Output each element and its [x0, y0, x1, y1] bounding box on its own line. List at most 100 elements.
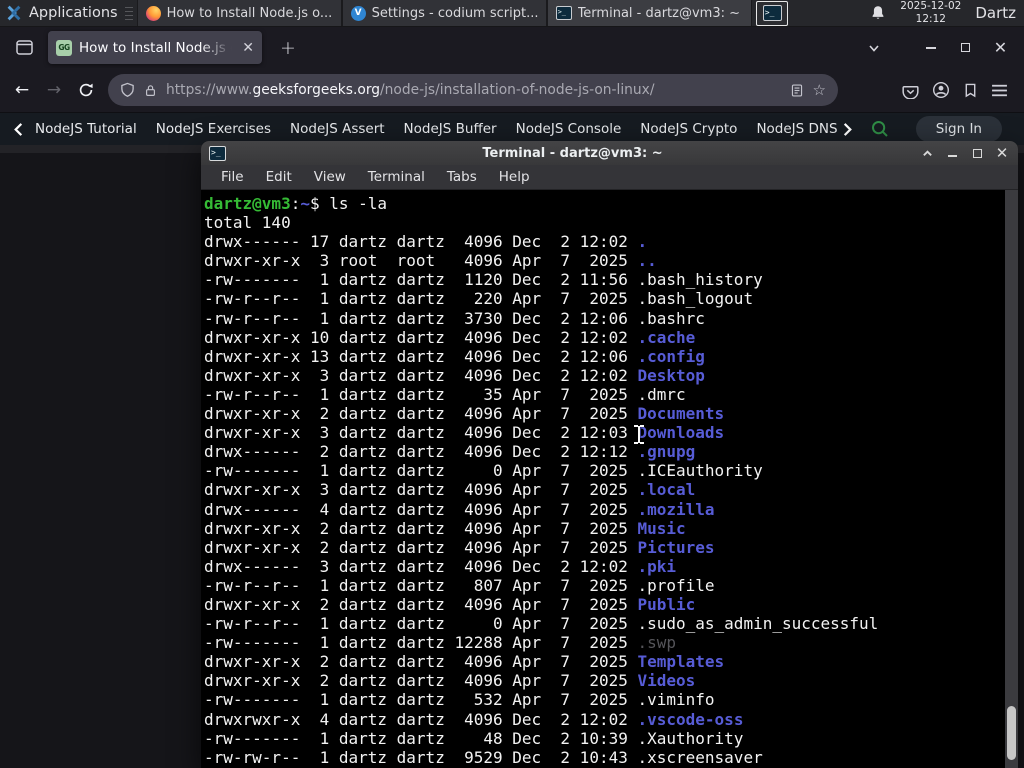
tab-title: How to Install Node.js on: [79, 39, 236, 56]
bookmark-star-icon[interactable]: ☆: [813, 81, 826, 99]
terminal-line: drwxr-xr-x 3 dartz dartz 4096 Dec 2 12:0…: [204, 423, 725, 443]
menu-hamburger-icon[interactable]: [991, 83, 1008, 98]
terminal-output[interactable]: dartz@vm3:~$ ls -la total 140 drwx------ 1…: [201, 190, 1018, 768]
terminal-line: drwxr-xr-x 2 dartz dartz 4096 Apr 7 2025…: [204, 652, 725, 672]
scroll-right-button[interactable]: [841, 122, 854, 137]
gfg-nav-item[interactable]: NodeJS Buffer: [404, 121, 497, 137]
terminal-icon: >_: [209, 145, 226, 161]
browser-toolbar: ← → https://www.geeksforgeeks.org/node-j…: [0, 68, 1024, 113]
scroll-left-button[interactable]: [12, 122, 25, 137]
terminal-menu-bar: File Edit View Terminal Tabs Help: [201, 165, 1018, 190]
terminal-line: -rw------- 1 dartz dartz 48 Dec 2 10:39 …: [204, 728, 744, 748]
terminal-line: drwxr-xr-x 3 dartz dartz 4096 Apr 7 2025…: [204, 480, 696, 500]
terminal-line: -rw-r--r-- 1 dartz dartz 807 Apr 7 2025 …: [204, 575, 715, 595]
terminal-line: drwxrwxr-x 4 dartz dartz 4096 Dec 2 12:0…: [204, 709, 744, 729]
scrollbar-thumb[interactable]: [1007, 706, 1016, 760]
terminal-line: -rw------- 1 dartz dartz 1120 Dec 2 11:5…: [204, 270, 763, 290]
terminal-line: -rw-r--r-- 1 dartz dartz 3730 Dec 2 12:0…: [204, 308, 705, 328]
back-button[interactable]: ←: [6, 74, 38, 106]
taskbar-button-firefox[interactable]: How to Install Node.js o...: [136, 0, 342, 26]
gfg-nav-item[interactable]: NodeJS Crypto: [640, 121, 737, 137]
terminal-shade-button[interactable]: [919, 145, 935, 161]
firefox-view-icon: [15, 40, 33, 55]
terminal-line: drwxr-xr-x 2 dartz dartz 4096 Apr 7 2025…: [204, 594, 696, 614]
reload-button[interactable]: [70, 74, 102, 106]
back-icon: ←: [14, 80, 30, 100]
url-text[interactable]: https://www.geeksforgeeks.org/node-js/in…: [166, 82, 781, 98]
reader-mode-icon[interactable]: [790, 83, 804, 98]
lock-icon[interactable]: [144, 83, 157, 98]
terminal-icon: >_: [762, 5, 782, 21]
forward-button[interactable]: →: [38, 74, 70, 106]
list-all-tabs-button[interactable]: [858, 34, 889, 62]
menu-terminal[interactable]: Terminal: [357, 169, 436, 185]
applications-menu-button[interactable]: Applications: [0, 0, 125, 26]
terminal-line: drwxr-xr-x 2 dartz dartz 4096 Apr 7 2025…: [204, 518, 686, 538]
window-maximize-button[interactable]: [950, 34, 981, 62]
menu-file[interactable]: File: [210, 169, 255, 185]
new-tab-button[interactable]: +: [274, 37, 302, 59]
vscodium-icon: V: [350, 5, 366, 21]
terminal-line: drwx------ 4 dartz dartz 4096 Apr 7 2025…: [204, 499, 715, 519]
taskbar-button-codium[interactable]: V Settings - codium script...: [341, 0, 547, 26]
clock-time: 12:12: [915, 13, 946, 25]
terminal-minimize-button[interactable]: [944, 145, 960, 161]
chevron-left-icon: [14, 122, 23, 136]
menu-edit[interactable]: Edit: [255, 169, 303, 185]
clock[interactable]: 2025-12-02 12:12: [900, 0, 961, 25]
user-menu[interactable]: Dartz: [975, 4, 1016, 22]
terminal-line: drwxr-xr-x 2 dartz dartz 4096 Apr 7 2025…: [204, 404, 725, 424]
gfg-nav-item[interactable]: NodeJS Assert: [290, 121, 385, 137]
menu-tabs[interactable]: Tabs: [436, 169, 488, 185]
terminal-maximize-button[interactable]: [969, 145, 985, 161]
gfg-nav-item[interactable]: NodeJS DNS: [756, 121, 837, 137]
url-bar[interactable]: https://www.geeksforgeeks.org/node-js/in…: [108, 74, 838, 106]
terminal-line: -rw-r--r-- 1 dartz dartz 220 Apr 7 2025 …: [204, 289, 754, 309]
terminal-line: drwxr-xr-x 2 dartz dartz 4096 Apr 7 2025…: [204, 537, 715, 557]
taskbar-button-terminal[interactable]: >_ Terminal - dartz@vm3: ~: [546, 0, 752, 26]
taskbar-label: Terminal - dartz@vm3: ~: [577, 5, 740, 21]
tab-close-icon[interactable]: ✕: [242, 41, 254, 55]
terminal-line: drwx------ 3 dartz dartz 4096 Dec 2 12:0…: [204, 556, 677, 576]
notification-bell-icon[interactable]: [870, 5, 886, 21]
taskbar-label: How to Install Node.js o...: [166, 5, 333, 21]
search-button[interactable]: [870, 119, 890, 139]
terminal-line: drwxr-xr-x 10 dartz dartz 4096 Dec 2 12:…: [204, 327, 696, 347]
window-minimize-button[interactable]: [915, 34, 946, 62]
distro-logo-icon: [7, 5, 21, 21]
extension-icon[interactable]: [963, 82, 978, 99]
browser-tab-active[interactable]: GG How to Install Node.js on ✕: [48, 31, 262, 64]
sign-in-button[interactable]: Sign In: [915, 116, 1002, 142]
gfg-nav-item[interactable]: NodeJS Console: [516, 121, 622, 137]
terminal-line: drwxr-xr-x 13 dartz dartz 4096 Dec 2 12:…: [204, 346, 705, 366]
menu-view[interactable]: View: [303, 169, 357, 185]
terminal-line: drwxr-xr-x 3 root root 4096 Apr 7 2025 .…: [204, 251, 657, 271]
menu-help[interactable]: Help: [488, 169, 541, 185]
top-panel: Applications How to Install Node.js o...…: [0, 0, 1024, 27]
browser-tab-bar: GG How to Install Node.js on ✕ + ✕: [0, 27, 1024, 68]
terminal-icon: >_: [555, 6, 572, 20]
terminal-scrollbar[interactable]: [1005, 190, 1018, 768]
firefox-icon: [145, 5, 161, 21]
url-prefix: https://www.: [166, 82, 253, 98]
gfg-nav-item[interactable]: NodeJS Exercises: [156, 121, 271, 137]
pocket-icon[interactable]: [902, 82, 919, 99]
terminal-title-bar[interactable]: >_ Terminal - dartz@vm3: ~ ✕: [201, 141, 1018, 165]
mouse-cursor-ibeam: [633, 424, 645, 445]
url-path: /node-js/installation-of-node-js-on-linu…: [380, 82, 655, 98]
clock-date: 2025-12-02: [900, 0, 962, 13]
account-icon[interactable]: [932, 81, 950, 99]
terminal-line: dartz@vm3:~$ ls -la: [204, 194, 388, 213]
terminal-line: -rw------- 1 dartz dartz 0 Apr 7 2025 .I…: [204, 461, 763, 481]
chevron-down-icon: [868, 44, 879, 52]
desktop: Applications How to Install Node.js o...…: [0, 0, 1024, 768]
terminal-line: -rw------- 1 dartz dartz 532 Apr 7 2025 …: [204, 690, 715, 710]
gfg-nav-item[interactable]: NodeJS Tutorial: [35, 121, 137, 137]
tray-terminal-launcher[interactable]: >_: [756, 0, 789, 26]
terminal-line: drwxr-xr-x 3 dartz dartz 4096 Dec 2 12:0…: [204, 365, 705, 385]
tracking-protection-shield-icon[interactable]: [120, 82, 135, 98]
window-close-button[interactable]: ✕: [985, 34, 1016, 62]
firefox-view-button[interactable]: [8, 33, 40, 63]
search-icon: [871, 121, 888, 137]
terminal-close-button[interactable]: ✕: [994, 145, 1010, 161]
